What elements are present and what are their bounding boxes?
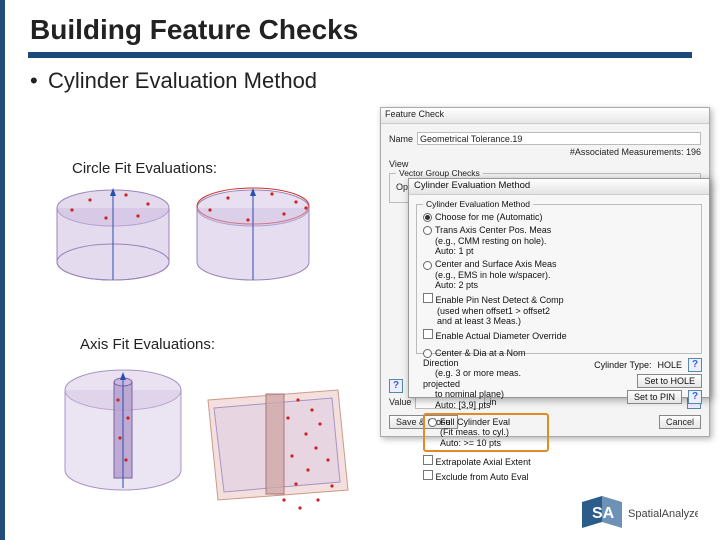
feature-check-titlebar: Feature Check	[381, 108, 709, 124]
set-hole-button[interactable]: Set to HOLE	[637, 374, 702, 388]
opt-full-cyl-2: (Fit meas. to cyl.)	[440, 427, 509, 437]
opt-center-surface-3: Auto: 2 pts	[435, 280, 478, 290]
cylinder-eval-dialog: Cylinder Evaluation Method Cylinder Eval…	[408, 178, 710, 398]
opt-trans-axis: Trans Axis Center Pos. Meas	[435, 225, 551, 235]
cylinder-eval-titlebar: Cylinder Evaluation Method	[409, 179, 709, 195]
cylinder-figure-right	[188, 180, 318, 300]
svg-text:SA: SA	[592, 505, 615, 522]
opt-center-dia-4: Auto: [3,9] pts	[435, 400, 491, 410]
help-icon[interactable]: ?	[389, 379, 403, 393]
opt-center-surface-2: (e.g., EMS in hole w/spacer).	[435, 270, 551, 280]
help-icon-4[interactable]: ?	[688, 390, 702, 404]
svg-text:SpatialAnalyzer: SpatialAnalyzer	[628, 508, 698, 520]
radio-auto[interactable]	[423, 213, 432, 222]
cylinder-eval-group-label: Cylinder Evaluation Method	[423, 199, 533, 209]
circle-fit-figures	[48, 180, 408, 330]
check-extrapolate[interactable]	[423, 455, 433, 465]
cancel-button[interactable]: Cancel	[659, 415, 701, 429]
opt-full-cyl-3: Auto: >= 10 pts	[440, 438, 501, 448]
cyl-type-value: HOLE	[657, 360, 682, 370]
opt-pin-nest-3: and at least 3 Meas.)	[437, 316, 521, 326]
check-pin-nest[interactable]	[423, 293, 433, 303]
set-pin-button[interactable]: Set to PIN	[627, 390, 682, 404]
value-label: Value	[389, 397, 411, 407]
cylinder-figure-left	[48, 180, 178, 300]
cyl-type-label: Cylinder Type:	[594, 360, 651, 370]
axis-fit-figure-left	[58, 360, 188, 510]
axis-fit-figures	[48, 360, 408, 520]
axis-fit-figure-right	[188, 360, 358, 520]
opt-pin-nest: Enable Pin Nest Detect & Comp	[436, 295, 564, 305]
check-dia-override[interactable]	[423, 329, 433, 339]
opt-center-dia-2: (e.g. 3 or more meas. projected	[423, 368, 521, 388]
sa-logo: SA SpatialAnalyzer	[578, 494, 698, 530]
radio-center-dia[interactable]	[423, 349, 432, 358]
opt-full-cyl: Full Cylinder Eval	[440, 417, 510, 427]
section-axis-fit: Axis Fit Evaluations:	[80, 336, 215, 353]
radio-trans-axis[interactable]	[423, 226, 432, 235]
assoc-meas-label: #Associated Measurements: 196	[570, 147, 701, 157]
highlighted-full-cylinder: Full Cylinder Eval (Fit meas. to cyl.) A…	[423, 413, 549, 452]
opt-exclude: Exclude from Auto Eval	[436, 472, 529, 482]
slide-bullet: Cylinder Evaluation Method	[0, 68, 720, 94]
slide-title: Building Feature Checks	[0, 0, 720, 52]
section-circle-fit: Circle Fit Evaluations:	[72, 160, 217, 177]
opt-center-surface: Center and Surface Axis Meas	[435, 259, 557, 269]
opt-pin-nest-2: (used when offset1 > offset2	[437, 306, 550, 316]
radio-full-cyl[interactable]	[428, 418, 437, 427]
opt-center-dia-3: to nominal plane)	[435, 389, 504, 399]
radio-center-surface[interactable]	[423, 261, 432, 270]
check-exclude[interactable]	[423, 470, 433, 480]
opt-extrapolate: Extrapolate Axial Extent	[436, 457, 531, 467]
opt-dia-override: Enable Actual Diameter Override	[436, 331, 567, 341]
opt-trans-axis-3: Auto: 1 pt	[435, 246, 474, 256]
help-icon-3[interactable]: ?	[688, 358, 702, 372]
name-field[interactable]: Geometrical Tolerance.19	[417, 132, 701, 145]
title-rule	[28, 52, 692, 58]
opt-center-dia: Center & Dia at a Nom Direction	[423, 348, 526, 368]
vector-group-label: Vector Group Checks	[396, 168, 483, 178]
name-label: Name	[389, 134, 413, 144]
opt-trans-axis-2: (e.g., CMM resting on hole).	[435, 236, 547, 246]
opt-auto: Choose for me (Automatic)	[435, 212, 543, 222]
